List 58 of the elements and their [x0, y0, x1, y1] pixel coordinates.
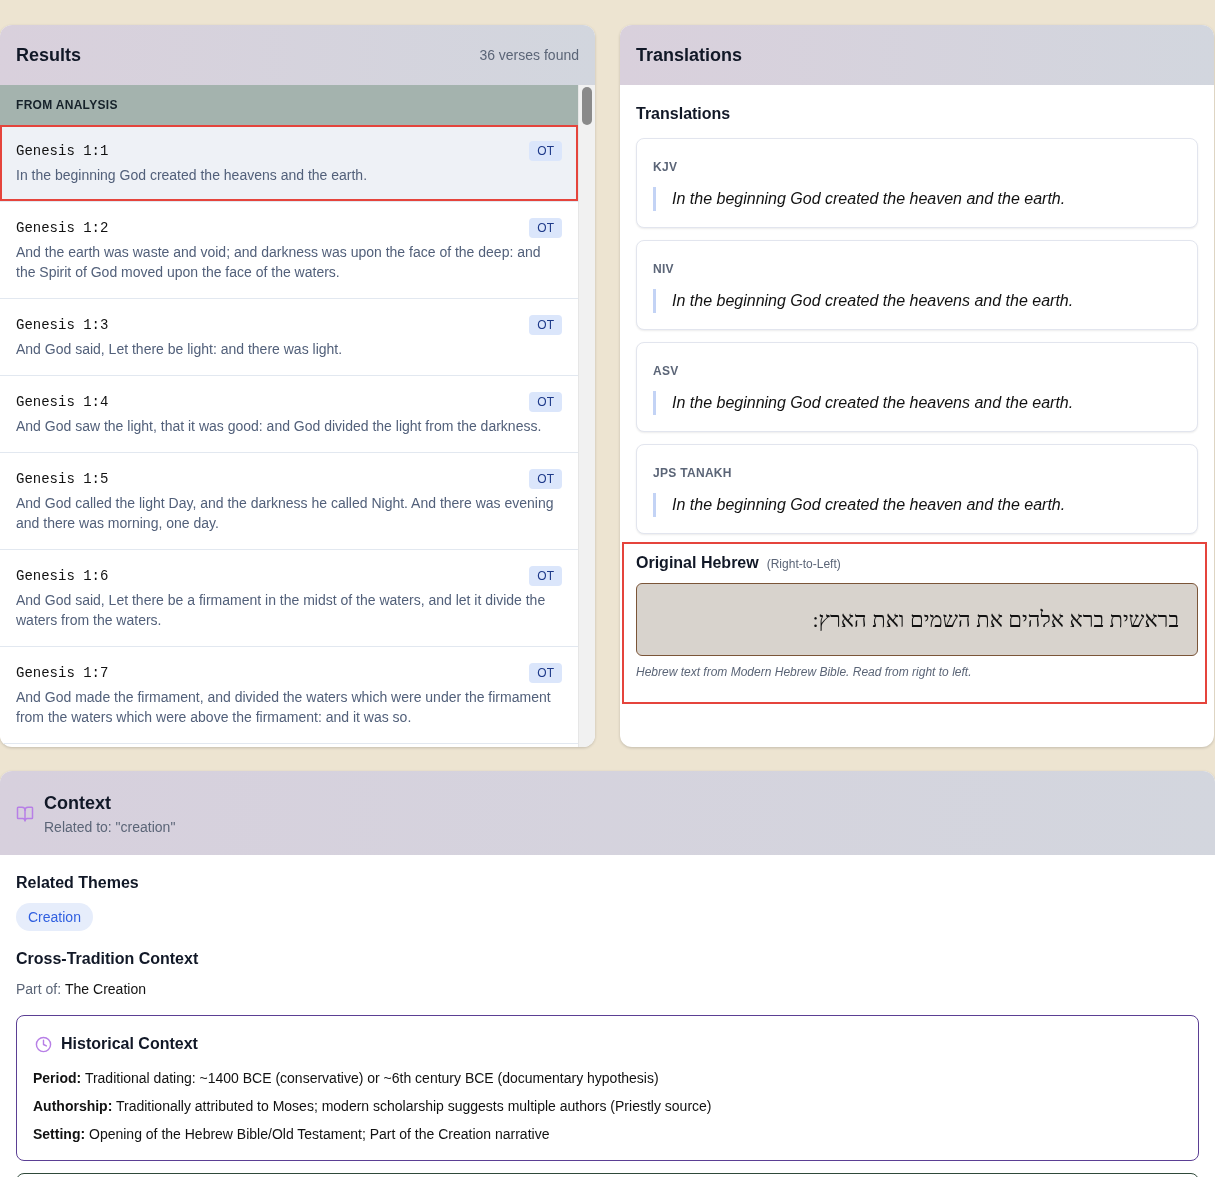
section-header: FROM ANALYSIS — [0, 85, 578, 125]
verse-item[interactable]: Genesis 1:3 OT And God said, Let there be light: and there was light. — [0, 299, 578, 376]
panel-title: Results — [16, 44, 82, 67]
theme-tag[interactable]: Creation — [16, 903, 93, 931]
context-detail: Authorship: Traditionally attributed to Moses; modern scholarship suggests multiple authors (Priestly source) — [33, 1097, 713, 1116]
version-label: KJV — [653, 159, 679, 175]
version-label: JPS TANAKH — [653, 465, 733, 481]
testament-badge: OT — [529, 469, 562, 489]
testament-badge: OT — [529, 141, 562, 161]
translation-quote: In the beginning God created the heaven and the earth. — [653, 187, 1181, 211]
version-label: ASV — [653, 363, 680, 379]
verse-text: And God said, Let there be a firmament in the midst of the waters, and let it divide the waters from the waters. — [16, 591, 547, 630]
panel-title: Translations — [636, 44, 743, 67]
card-title: Historical Context — [61, 1034, 198, 1054]
translation-quote: In the beginning God created the heavens and the earth. — [653, 391, 1181, 415]
book-icon — [16, 805, 34, 823]
testament-badge: OT — [529, 566, 562, 586]
verse-item[interactable]: Genesis 1:4 OT And God saw the light, that it was good: and God divided the light from the darkness. — [0, 376, 578, 453]
testament-badge: OT — [529, 218, 562, 238]
version-label: NIV — [653, 261, 675, 277]
panel-title: Context — [44, 792, 112, 815]
section-title: Original Hebrew — [636, 553, 759, 573]
verse-item[interactable]: Genesis 1:5 OT And God called the light Day, and the darkness he called Night. And there was evening and there was morning, one day. — [0, 453, 578, 550]
verse-text: And God made the firmament, and divided the waters which were under the firmament from the waters which were above the firmament: and it was so. — [16, 688, 552, 727]
verse-reference: Genesis 1:3 — [16, 316, 109, 335]
verse-reference: Genesis 1:2 — [16, 219, 109, 238]
hebrew-caption: Hebrew text from Modern Hebrew Bible. Read from right to left. — [636, 664, 973, 680]
section-title: Cross-Tradition Context — [16, 949, 200, 969]
verse-reference: Genesis 1:1 — [16, 142, 109, 161]
verse-item[interactable]: Genesis 1:6 OT And God said, Let there be a firmament in the midst of the waters, and let it divide the waters from the waters. — [0, 550, 578, 647]
section-title: Related Themes — [16, 873, 140, 893]
testament-badge: OT — [529, 315, 562, 335]
verse-text: In the beginning God created the heavens and the earth. — [16, 166, 369, 185]
panel-subtitle: Related to: "creation" — [44, 818, 176, 837]
verse-reference: Genesis 1:7 — [16, 664, 109, 683]
verse-reference: Genesis 1:6 — [16, 567, 109, 586]
translation-quote: In the beginning God created the heavens and the earth. — [653, 289, 1181, 313]
testament-badge: OT — [529, 663, 562, 683]
verse-item[interactable]: Genesis 1:2 OT And the earth was waste and void; and darkness was upon the face of the deep: and the Spirit of God moved upon the face of the waters. — [0, 202, 578, 299]
verse-text: And the earth was waste and void; and darkness was upon the face of the deep: and the Spirit of God moved upon the face of the waters. — [16, 243, 542, 282]
verse-text: And God saw the light, that it was good: and God divided the light from the darkness. — [16, 417, 543, 436]
context-detail: Period: Traditional dating: ~1400 BCE (conservative) or ~6th century BCE (documentary hypothesis) — [33, 1069, 660, 1088]
part-of-text: Part of: The Creation — [16, 980, 147, 999]
hebrew-verse: בראשית ברא אלהים את השמים ואת הארץ: — [812, 606, 1179, 634]
verse-reference: Genesis 1:5 — [16, 470, 109, 489]
direction-note: (Right-to-Left) — [766, 556, 841, 572]
testament-badge: OT — [529, 392, 562, 412]
verse-text: And God said, Let there be light: and there was light. — [16, 340, 344, 359]
verse-item[interactable]: Genesis 1:1 OT In the beginning God created the heavens and the earth. — [0, 125, 578, 202]
verse-text: And God called the light Day, and the darkness he called Night. And there was evening and there was morning, one day. — [16, 494, 555, 533]
result-count: 36 verses found — [479, 46, 579, 65]
context-detail: Setting: Opening of the Hebrew Bible/Old Testament; Part of the Creation narrative — [33, 1125, 551, 1144]
translation-quote: In the beginning God created the heaven and the earth. — [653, 493, 1181, 517]
verse-reference: Genesis 1:4 — [16, 393, 109, 412]
section-title: Translations — [636, 104, 732, 124]
verse-item[interactable]: Genesis 1:7 OT And God made the firmament, and divided the waters which were under the firmament from the waters which were above the firmament: and it was so. — [0, 647, 578, 744]
scrollbar-thumb[interactable] — [582, 87, 592, 125]
clock-icon — [35, 1035, 52, 1053]
